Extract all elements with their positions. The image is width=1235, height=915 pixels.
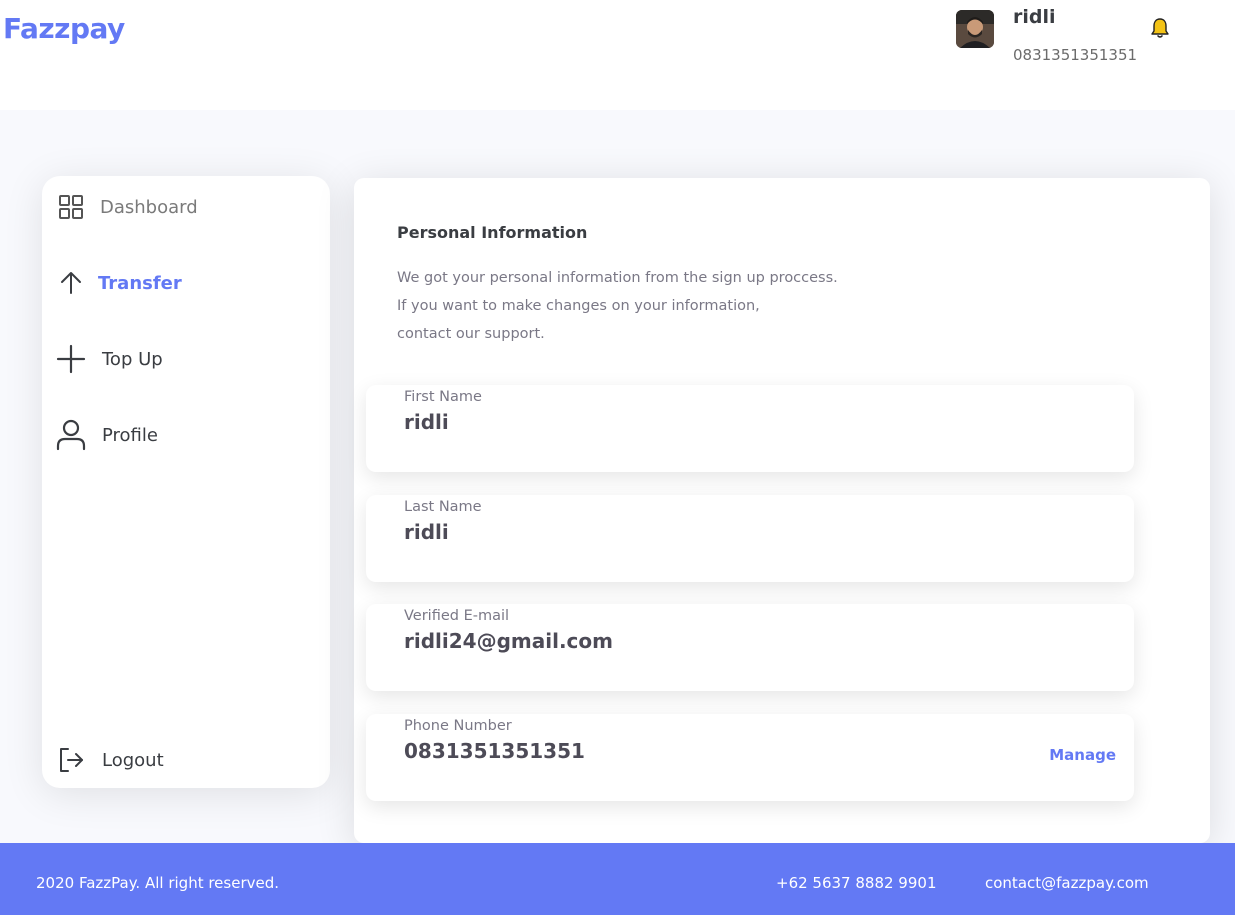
- sidebar-item-label: Profile: [102, 424, 158, 446]
- footer-phone[interactable]: +62 5637 8882 9901: [776, 874, 936, 892]
- email-field[interactable]: Verified E-mail ridli24@gmail.com: [366, 604, 1134, 691]
- phone-number-field[interactable]: Phone Number 0831351351351 Manage: [366, 714, 1134, 801]
- sidebar-item-topup[interactable]: Top Up: [56, 344, 163, 374]
- sidebar-item-dashboard[interactable]: Dashboard: [56, 192, 198, 222]
- user-icon: [56, 419, 86, 451]
- user-name: ridli: [1013, 6, 1056, 28]
- manage-phone-link[interactable]: Manage: [1049, 746, 1116, 764]
- first-name-field[interactable]: First Name ridli: [366, 385, 1134, 472]
- field-value: 0831351351351: [404, 739, 585, 763]
- plus-icon: [56, 344, 86, 374]
- bell-icon[interactable]: [1150, 17, 1170, 39]
- footer-copyright: 2020 FazzPay. All right reserved.: [36, 874, 280, 892]
- grid-icon: [56, 192, 86, 222]
- field-value: ridli: [404, 520, 449, 544]
- logout-label: Logout: [102, 749, 164, 771]
- field-label: First Name: [404, 389, 482, 405]
- sidebar-item-profile[interactable]: Profile: [56, 419, 158, 451]
- description-line: contact our support.: [397, 326, 545, 342]
- user-phone: 0831351351351: [1013, 46, 1138, 64]
- avatar[interactable]: [956, 10, 994, 48]
- footer-email[interactable]: contact@fazzpay.com: [985, 874, 1149, 892]
- footer: 2020 FazzPay. All right reserved. +62 56…: [0, 843, 1235, 915]
- user-photo-icon: [956, 10, 994, 48]
- description-line: We got your personal information from th…: [397, 270, 838, 286]
- last-name-field[interactable]: Last Name ridli: [366, 495, 1134, 582]
- field-label: Last Name: [404, 499, 482, 515]
- description-line: If you want to make changes on your info…: [397, 298, 760, 314]
- personal-info-card: Personal Information We got your persona…: [354, 178, 1210, 843]
- sidebar-item-label: Dashboard: [100, 196, 198, 218]
- brand-logo[interactable]: Fazzpay: [3, 12, 125, 45]
- field-value: ridli: [404, 410, 449, 434]
- field-value: ridli24@gmail.com: [404, 629, 613, 653]
- logout-icon: [56, 745, 86, 775]
- arrow-up-icon: [56, 268, 86, 298]
- sidebar-item-label: Top Up: [102, 348, 163, 370]
- page-description: We got your personal information from th…: [397, 264, 917, 348]
- page-title: Personal Information: [397, 223, 588, 242]
- logout-button[interactable]: Logout: [56, 745, 164, 775]
- field-label: Phone Number: [404, 718, 512, 734]
- sidebar-item-transfer[interactable]: Transfer: [56, 268, 182, 298]
- top-header: Fazzpay ridli 0831351351351: [0, 0, 1235, 110]
- sidebar-item-label: Transfer: [98, 272, 182, 294]
- field-label: Verified E-mail: [404, 608, 510, 624]
